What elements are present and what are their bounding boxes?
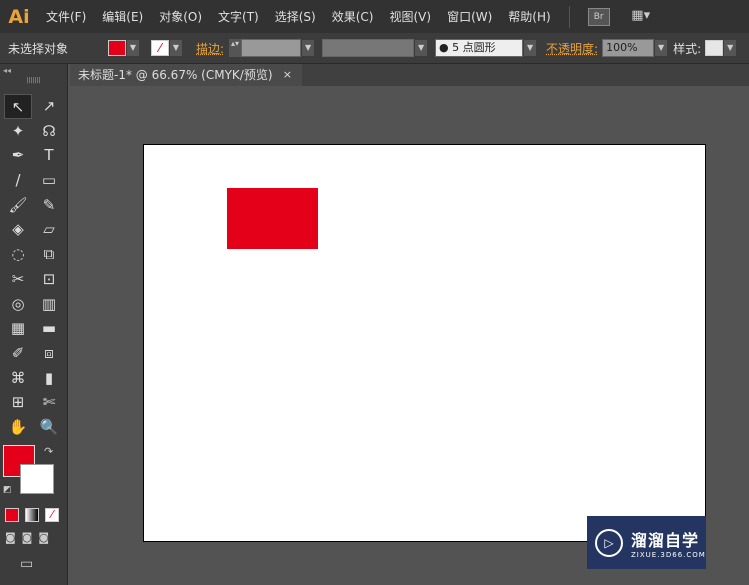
style-dropdown[interactable]: ▼ — [724, 40, 737, 56]
tool-3-icon[interactable]: ☊ — [35, 119, 63, 144]
tool-21-icon[interactable]: ⧈ — [35, 341, 63, 366]
play-logo-icon: ▷ — [595, 528, 623, 557]
tool-15-icon[interactable]: ⊡ — [35, 267, 63, 292]
workspace-switcher[interactable]: ▦▾ — [626, 8, 656, 26]
tool-17-icon[interactable]: ▥ — [35, 292, 63, 317]
opacity-field[interactable]: 100% — [602, 39, 655, 57]
tool-19-icon[interactable]: ▬ — [35, 316, 63, 341]
tool-1-icon[interactable]: ↗ — [35, 94, 63, 119]
menu-bar: Ai 文件(F) 编辑(E) 对象(O) 文字(T) 选择(S) 效果(C) 视… — [0, 0, 749, 33]
tool-13-icon[interactable]: ⧉ — [35, 242, 63, 267]
stroke-weight-field[interactable] — [241, 39, 302, 57]
menu-view[interactable]: 视图(V) — [381, 8, 439, 25]
variable-width-field[interactable] — [322, 39, 415, 57]
tool-11-icon[interactable]: ▱ — [35, 217, 63, 242]
stroke-weight-stepper[interactable]: ▴▾ — [229, 39, 242, 57]
tool-27-icon[interactable]: 🔍 — [35, 415, 63, 440]
close-tab-icon[interactable]: × — [283, 64, 292, 86]
stroke-swatch[interactable]: ⁄ — [151, 40, 169, 56]
tool-24-icon[interactable]: ⊞ — [4, 390, 32, 415]
tool-25-icon[interactable]: ✄ — [35, 390, 63, 415]
watermark-name: 溜溜自学 — [631, 530, 700, 550]
selection-status: 未选择对象 — [8, 41, 69, 56]
fill-swatch[interactable] — [108, 40, 126, 56]
menu-effect[interactable]: 效果(C) — [324, 8, 382, 25]
brush-field[interactable]: ● 5 点圆形 — [435, 39, 524, 57]
menu-select[interactable]: 选择(S) — [267, 8, 324, 25]
collapse-icon[interactable]: ◂◂ — [0, 64, 67, 77]
artboard[interactable] — [143, 144, 706, 542]
stroke-dropdown[interactable]: ▼ — [170, 40, 182, 56]
red-rectangle[interactable] — [227, 188, 318, 249]
control-bar: 未选择对象 ▼ ⁄ ▼ 描边: ▴▾ ▼ ▼ ● 5 点圆形 ▼ 不透明度: 100… — [0, 33, 749, 64]
swap-colors-icon[interactable]: ↷ — [44, 445, 53, 458]
tool-9-icon[interactable]: ✎ — [35, 193, 63, 218]
tools-panel: ◂◂ ||||||| ↖ ↗ ✦ ☊ ✒ T / ▭ 🖌 ✎ ◈ ▱ ◌ ⧉ ✂ ⊡ ◎ ▥ ▦ ▬ ✐ ⧈ ⌘ ▮ ⊞ ✄ ✋ 🔍 … — [0, 64, 68, 585]
tool-7-icon[interactable]: ▭ — [35, 168, 63, 193]
tool-10-icon[interactable]: ◈ — [4, 217, 32, 242]
gradient-mode-button[interactable] — [25, 508, 39, 522]
menu-help[interactable]: 帮助(H) — [500, 8, 558, 25]
panel-grip[interactable]: ||||||| — [0, 77, 67, 84]
stroke-color-swatch[interactable] — [20, 464, 54, 494]
tool-12-icon[interactable]: ◌ — [4, 242, 32, 267]
opacity-label[interactable]: 不透明度: — [546, 40, 598, 57]
variable-width-dropdown[interactable]: ▼ — [415, 40, 428, 56]
tool-4-icon[interactable]: ✒ — [4, 143, 32, 168]
style-label: 样式: — [673, 41, 702, 56]
tool-grid: ↖ ↗ ✦ ☊ ✒ T / ▭ 🖌 ✎ ◈ ▱ ◌ ⧉ ✂ ⊡ ◎ ▥ ▦ ▬ ✐ ⧈ ⌘ ▮ ⊞ ✄ ✋ 🔍 — [4, 94, 63, 440]
brush-dropdown[interactable]: ▼ — [524, 40, 537, 56]
color-mode-button[interactable] — [5, 508, 19, 522]
menu-object[interactable]: 对象(O) — [151, 8, 210, 25]
document-tab[interactable]: 未标题-1* @ 66.67% (CMYK/预览) × — [70, 64, 302, 86]
style-swatch[interactable] — [705, 40, 724, 56]
stroke-weight-dropdown[interactable]: ▼ — [302, 40, 315, 56]
menu-file[interactable]: 文件(F) — [38, 8, 94, 25]
tool-0-icon[interactable]: ↖ — [4, 94, 32, 119]
opacity-dropdown[interactable]: ▼ — [655, 40, 668, 56]
screen-mode-icon[interactable]: ▭ — [20, 556, 33, 572]
tool-6-icon[interactable]: / — [4, 168, 32, 193]
menu-window[interactable]: 窗口(W) — [439, 8, 500, 25]
menu-type[interactable]: 文字(T) — [210, 8, 267, 25]
tool-22-icon[interactable]: ⌘ — [4, 366, 32, 391]
tool-18-icon[interactable]: ▦ — [4, 316, 32, 341]
tool-16-icon[interactable]: ◎ — [4, 292, 32, 317]
menu-edit[interactable]: 编辑(E) — [94, 8, 151, 25]
stroke-label[interactable]: 描边: — [196, 40, 224, 57]
tool-26-icon[interactable]: ✋ — [4, 415, 32, 440]
tool-20-icon[interactable]: ✐ — [4, 341, 32, 366]
bridge-button[interactable]: Br — [587, 7, 610, 26]
none-mode-button[interactable]: ⁄ — [45, 508, 59, 522]
divider — [568, 5, 570, 28]
document-tab-title: 未标题-1* @ 66.67% (CMYK/预览) — [78, 68, 273, 82]
tool-2-icon[interactable]: ✦ — [4, 119, 32, 144]
default-colors-icon[interactable]: ◩ — [3, 485, 12, 495]
brush-value: 5 点圆形 — [452, 41, 496, 54]
draw-modes[interactable]: ◙◙◙ — [5, 531, 55, 544]
app-logo: Ai — [8, 5, 30, 28]
watermark: ▷ 溜溜自学 ZIXUE.3D66.COM — [587, 516, 706, 569]
watermark-url: ZIXUE.3D66.COM — [631, 550, 706, 559]
tool-23-icon[interactable]: ▮ — [35, 366, 63, 391]
document-tabbar: 未标题-1* @ 66.67% (CMYK/预览) × — [70, 64, 749, 86]
tool-5-icon[interactable]: T — [35, 143, 63, 168]
tool-14-icon[interactable]: ✂ — [4, 267, 32, 292]
tool-8-icon[interactable]: 🖌 — [4, 193, 32, 218]
fill-dropdown[interactable]: ▼ — [127, 40, 139, 56]
